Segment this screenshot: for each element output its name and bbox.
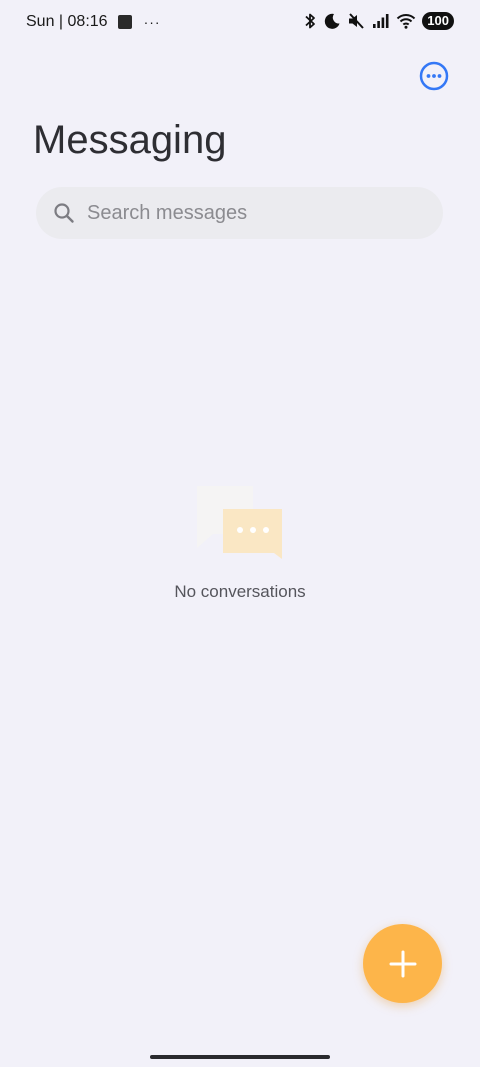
wifi-icon — [397, 14, 416, 29]
more-options-button[interactable] — [419, 61, 449, 91]
moon-icon — [325, 13, 340, 29]
empty-state: No conversations — [140, 482, 340, 602]
empty-state-text: No conversations — [174, 582, 306, 601]
status-time: Sun | 08:16 — [26, 13, 108, 30]
bluetooth-icon — [305, 13, 316, 29]
battery-icon: 100 — [422, 12, 454, 30]
status-left: Sun | 08:16 ··· — [26, 13, 161, 31]
home-indicator[interactable] — [150, 1055, 330, 1059]
page-title: Messaging — [33, 118, 227, 162]
new-message-button[interactable] — [363, 924, 442, 1003]
plus-icon — [389, 950, 416, 977]
status-right: 100 — [303, 12, 454, 30]
search-input[interactable] — [85, 200, 419, 226]
search-icon — [52, 201, 76, 225]
mute-icon — [349, 13, 365, 29]
notification-square-icon — [117, 15, 132, 29]
chat-bubbles-icon — [197, 486, 282, 559]
search-bar[interactable] — [36, 187, 443, 239]
more-options-icon — [419, 61, 449, 91]
signal-icon — [373, 14, 389, 28]
status-overflow: ··· — [143, 14, 161, 30]
status-bar: Sun | 08:16 ··· 100 — [0, 0, 480, 46]
